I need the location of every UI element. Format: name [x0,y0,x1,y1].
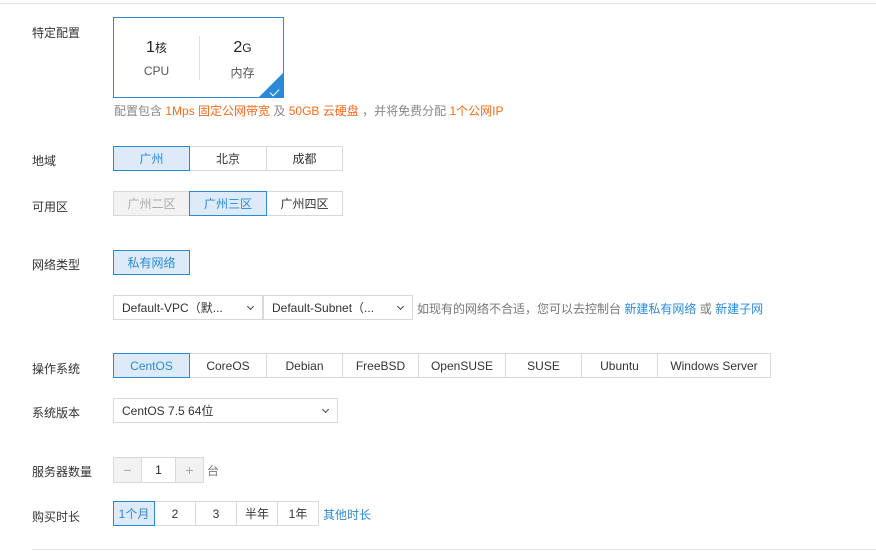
chevron-down-icon [246,302,255,311]
vpc-select-value: Default-VPC（默... [122,301,223,315]
network-hint-text: 如现有的网络不合适，您可以去控制台 [417,302,622,316]
minus-icon[interactable]: − [114,458,141,482]
network-type-private[interactable]: 私有网络 [113,250,190,275]
zone-option-gz3[interactable]: 广州三区 [189,191,267,216]
new-vpc-link[interactable]: 新建私有网络 [624,302,696,316]
quantity-label: 服务器数量 [32,465,93,479]
os-option-opensuse[interactable]: OpenSUSE [418,353,506,378]
vpc-select[interactable]: Default-VPC（默... [113,295,263,320]
quantity-unit: 台 [207,464,220,478]
spec-label: 特定配置 [32,26,81,40]
duration-option-3[interactable]: 3 [195,501,237,526]
region-option-guangzhou[interactable]: 广州 [113,146,190,171]
zone-label: 可用区 [32,200,69,214]
os-option-coreos[interactable]: CoreOS [189,353,267,378]
memory-value: 2 [233,39,243,56]
duration-option-1-year[interactable]: 1年 [277,501,319,526]
quantity-stepper: − 1 + [113,457,204,483]
zone-option-gz4[interactable]: 广州四区 [266,191,343,216]
os-version-value: CentOS 7.5 64位 [122,404,214,418]
other-duration-link[interactable]: 其他时长 [323,506,371,523]
network-label: 网络类型 [32,258,81,272]
memory-unit: G [242,41,252,55]
region-option-chengdu[interactable]: 成都 [266,146,343,171]
chevron-down-icon [396,302,405,311]
new-subnet-link[interactable]: 新建子网 [715,302,763,316]
cpu-label: CPU [143,64,170,78]
os-option-debian[interactable]: Debian [266,353,343,378]
zone-option-gz2: 广州二区 [113,191,190,216]
note-and: 及 [273,104,286,118]
bandwidth-highlight: 1Mps 固定公网带宽 [165,104,271,118]
os-option-suse[interactable]: SUSE [505,353,582,378]
duration-option-1-month[interactable]: 1个月 [113,501,155,526]
cpu-unit: 核 [154,41,167,55]
cpu-value-line: 1核 [114,39,199,57]
os-option-ubuntu[interactable]: Ubuntu [581,353,658,378]
os-option-freebsd[interactable]: FreeBSD [342,353,419,378]
network-hint: 如现有的网络不合适，您可以去控制台 新建私有网络 或 新建子网 [417,300,763,317]
disk-highlight: 50GB 云硬盘 [288,104,359,118]
cpu-spec: 1核 CPU [114,18,199,97]
duration-option-half-year[interactable]: 半年 [236,501,278,526]
subnet-select-value: Default-Subnet（... [272,301,375,315]
top-divider [0,3,876,4]
quantity-input[interactable]: 1 [141,458,176,482]
duration-option-2[interactable]: 2 [154,501,196,526]
network-hint-or: 或 [699,302,712,316]
memory-value-line: 2G [200,39,285,57]
duration-label: 购买时长 [32,510,81,524]
spec-card[interactable]: 1核 CPU 2G 内存 [113,17,284,98]
spec-note: 配置包含 1Mps 固定公网带宽 及 50GB 云硬盘 ，并将免费分配 1个公网… [114,102,504,119]
chevron-down-icon [321,405,330,414]
note-prefix: 配置包含 [114,104,163,118]
cpu-value: 1 [146,39,155,56]
os-version-label: 系统版本 [32,406,81,420]
os-option-windows-server[interactable]: Windows Server [657,353,771,378]
region-label: 地域 [32,154,57,168]
plus-icon[interactable]: + [176,458,203,482]
os-label: 操作系统 [32,362,81,376]
ip-highlight: 1个公网IP [449,104,504,118]
bottom-divider [32,549,876,550]
subnet-select[interactable]: Default-Subnet（... [263,295,413,320]
region-option-beijing[interactable]: 北京 [189,146,267,171]
note-middle: ，并将免费分配 [362,104,447,118]
os-version-select[interactable]: CentOS 7.5 64位 [113,398,338,423]
os-option-centos[interactable]: CentOS [113,353,190,378]
